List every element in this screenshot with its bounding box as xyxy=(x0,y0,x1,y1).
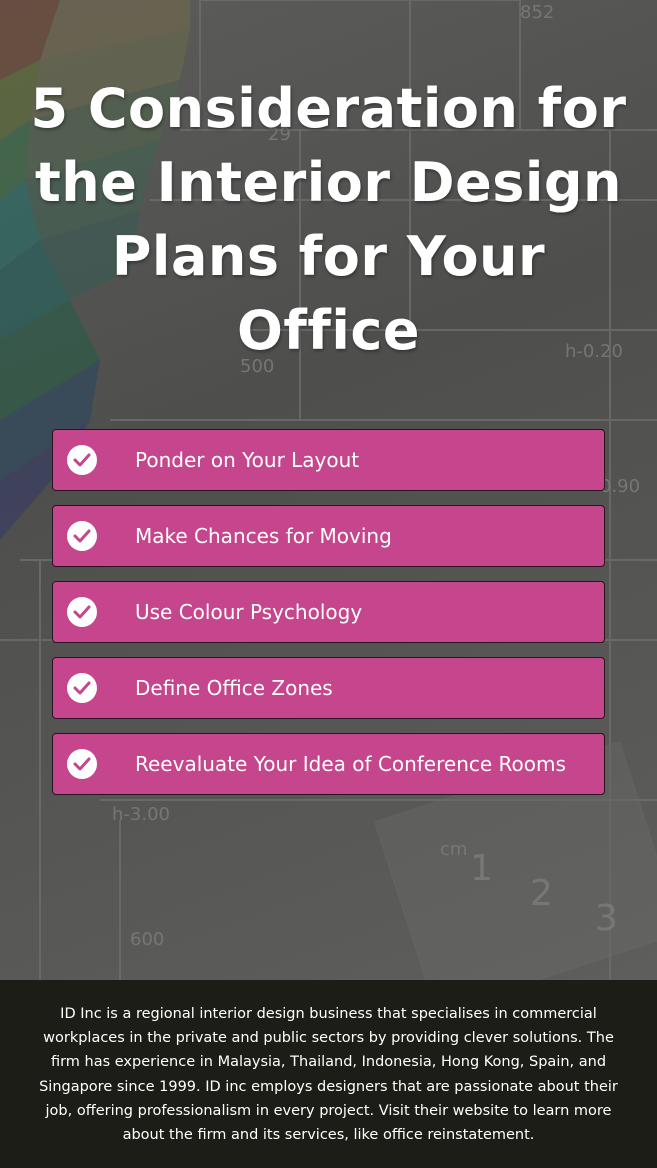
consideration-item-colour[interactable]: Use Colour Psychology xyxy=(52,581,605,643)
svg-text:852: 852 xyxy=(520,2,554,23)
consideration-item-layout[interactable]: Ponder on Your Layout xyxy=(52,429,605,491)
check-circle-icon xyxy=(67,597,97,627)
check-circle-icon xyxy=(67,749,97,779)
consideration-label: Reevaluate Your Idea of Conference Rooms xyxy=(135,752,566,776)
svg-text:0.90: 0.90 xyxy=(600,476,640,497)
check-circle-icon xyxy=(67,673,97,703)
consideration-label: Define Office Zones xyxy=(135,676,333,700)
consideration-label: Make Chances for Moving xyxy=(135,524,392,548)
consideration-item-moving[interactable]: Make Chances for Moving xyxy=(52,505,605,567)
check-circle-icon xyxy=(67,445,97,475)
svg-text:3: 3 xyxy=(595,898,618,939)
page-title: 5 Consideration for the Interior Design … xyxy=(30,77,627,362)
check-circle-icon xyxy=(67,521,97,551)
svg-text:1: 1 xyxy=(470,848,493,889)
consideration-item-zones[interactable]: Define Office Zones xyxy=(52,657,605,719)
consideration-item-conference[interactable]: Reevaluate Your Idea of Conference Rooms xyxy=(52,733,605,795)
footer: ID Inc is a regional interior design bus… xyxy=(0,980,657,1168)
consideration-list: Ponder on Your Layout Make Chances for M… xyxy=(52,429,605,809)
consideration-label: Use Colour Psychology xyxy=(135,600,363,624)
footer-description: ID Inc is a regional interior design bus… xyxy=(39,1006,618,1144)
svg-text:600: 600 xyxy=(130,929,164,950)
svg-text:2: 2 xyxy=(530,873,553,914)
svg-text:cm: cm xyxy=(440,839,467,860)
consideration-label: Ponder on Your Layout xyxy=(135,448,360,472)
